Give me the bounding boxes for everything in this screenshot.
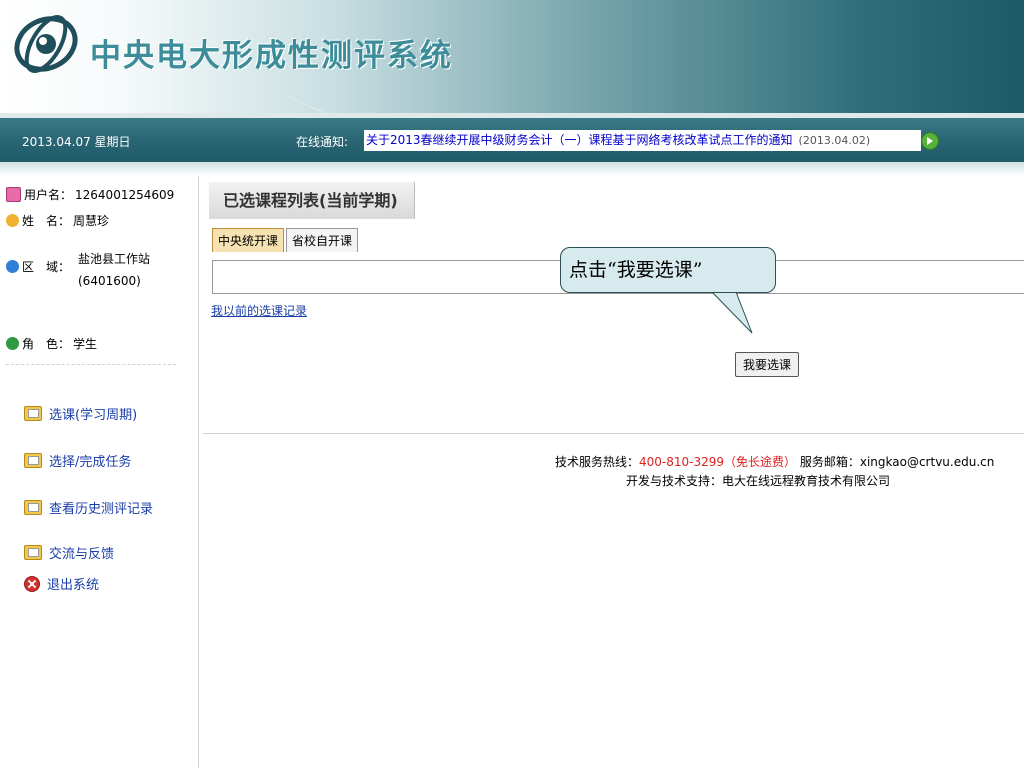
menu-item-label[interactable]: 查看历史测评记录	[49, 498, 153, 517]
notice-date: (2013.04.02)	[798, 134, 871, 147]
role-icon	[6, 337, 19, 350]
content-divider	[203, 433, 1024, 434]
notice-marquee[interactable]: 关于2013春继续开展中级财务会计（一）课程基于网络考核改革试点工作的通知 (20…	[364, 130, 921, 151]
user-username-row: 用户名： 1264001254609	[6, 186, 174, 203]
email-label: 服务邮箱：	[796, 455, 860, 469]
menu-item-logout[interactable]: 退出系统	[24, 574, 99, 593]
folder-icon	[24, 453, 42, 468]
menu-item-label[interactable]: 选课(学习周期)	[49, 404, 137, 423]
menu-item-history[interactable]: 查看历史测评记录	[24, 498, 153, 517]
username-label: 用户名：	[24, 188, 73, 202]
header-banner: 中央电大形成性测评系统	[0, 0, 1024, 113]
sidebar: 用户名： 1264001254609 姓 名： 周慧珍 区 域： 盐池县工作站 …	[0, 176, 199, 768]
tab-central-courses[interactable]: 中央统开课	[212, 228, 285, 252]
menu-item-tasks[interactable]: 选择/完成任务	[24, 451, 131, 470]
name-label: 姓 名：	[22, 214, 71, 228]
folder-icon	[24, 545, 42, 560]
role-value: 学生	[73, 337, 98, 351]
callout-bubble: 点击“我要选课”	[560, 247, 776, 293]
tab-provincial-courses[interactable]: 省校自开课	[286, 228, 359, 252]
user-region-row: 区 域：	[6, 258, 70, 275]
hotline-number: 400-810-3299（免长途费）	[639, 455, 797, 469]
menu-item-course-selection[interactable]: 选课(学习周期)	[24, 404, 137, 423]
globe-icon	[6, 260, 19, 273]
choose-course-button[interactable]: 我要选课	[735, 352, 799, 377]
folder-icon	[24, 406, 42, 421]
user-card-icon	[6, 187, 21, 202]
page-title: 已选课程列表(当前学期)	[209, 182, 415, 219]
exit-icon	[24, 575, 40, 592]
system-title: 中央电大形成性测评系统	[90, 38, 453, 74]
menu-item-label[interactable]: 退出系统	[47, 574, 99, 593]
sidebar-divider	[6, 364, 176, 365]
role-label: 角 色：	[22, 337, 71, 351]
logo-icon	[14, 15, 78, 73]
course-tabs: 中央统开课 省校自开课	[212, 228, 360, 252]
notice-label: 在线通知:	[296, 135, 349, 149]
notice-link[interactable]: 关于2013春继续开展中级财务会计（一）课程基于网络考核改革试点工作的通知	[366, 133, 793, 147]
footer-contact: 技术服务热线：400-810-3299（免长途费） 服务邮箱：xingkao@c…	[555, 453, 994, 470]
info-bar: 2013.04.07 星期日 在线通知: 关于2013春继续开展中级财务会计（一…	[0, 118, 1024, 162]
menu-item-label[interactable]: 选择/完成任务	[49, 451, 131, 470]
bar-shadow	[0, 162, 1024, 176]
region-name: 盐池县工作站	[78, 252, 151, 266]
footer-support: 开发与技术支持：电大在线远程教育技术有限公司	[626, 474, 891, 488]
menu-item-label[interactable]: 交流与反馈	[49, 543, 114, 562]
arrow-right-icon[interactable]	[921, 132, 939, 150]
user-role-row: 角 色： 学生	[6, 335, 97, 352]
region-value: 盐池县工作站 (6401600)	[78, 252, 150, 292]
name-value: 周慧珍	[73, 214, 110, 228]
region-code: (6401600)	[78, 274, 141, 288]
current-date: 2013.04.07 星期日	[22, 135, 131, 149]
folder-icon	[24, 500, 42, 515]
person-icon	[6, 214, 19, 227]
email-address[interactable]: xingkao@crtvu.edu.cn	[860, 455, 994, 469]
username-value: 1264001254609	[75, 187, 175, 202]
hotline-label: 技术服务热线：	[555, 455, 640, 469]
user-name-row: 姓 名： 周慧珍	[6, 212, 109, 229]
history-selection-link[interactable]: 我以前的选课记录	[211, 302, 307, 319]
region-label: 区 域：	[22, 260, 71, 274]
menu-item-feedback[interactable]: 交流与反馈	[24, 543, 114, 562]
